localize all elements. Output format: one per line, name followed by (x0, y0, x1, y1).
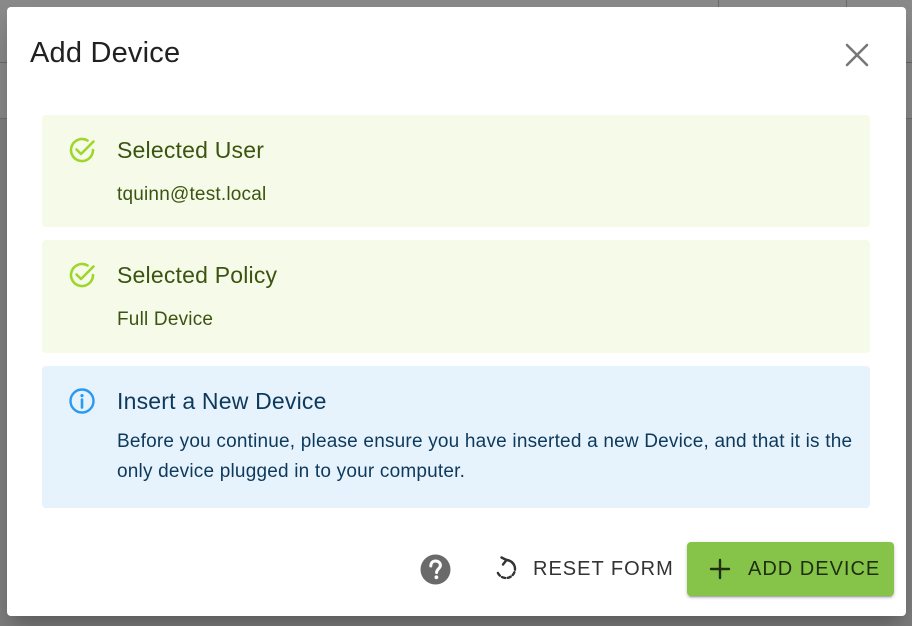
close-icon (845, 43, 869, 67)
check-circle-icon (69, 262, 95, 288)
alert-title: Selected User (117, 137, 265, 163)
alert-selected-user: Selected User tquinn@test.local (42, 115, 870, 227)
alert-insert-device: Insert a New Device Before you continue,… (42, 366, 870, 508)
reset-form-button[interactable]: RESET FORM (481, 547, 686, 591)
add-device-label: ADD DEVICE (748, 557, 881, 580)
dialog-title: Add Device (30, 37, 181, 69)
selected-user-value: tquinn@test.local (117, 184, 267, 205)
info-circle-icon (69, 388, 95, 414)
add-device-button[interactable]: ADD DEVICE (687, 542, 894, 596)
alert-message: Before you continue, please ensure you h… (117, 431, 853, 482)
restart-icon (496, 556, 517, 580)
reset-form-label: RESET FORM (533, 557, 674, 580)
alert-title: Selected Policy (117, 262, 278, 288)
help-button[interactable] (419, 553, 452, 586)
close-button[interactable] (839, 37, 875, 73)
check-circle-icon (69, 137, 95, 163)
help-circle-icon (420, 554, 451, 585)
alert-title: Insert a New Device (117, 388, 327, 414)
plus-icon (709, 558, 731, 580)
alert-selected-policy: Selected Policy Full Device (42, 240, 870, 353)
selected-policy-value: Full Device (117, 309, 214, 330)
add-device-dialog: Add Device Selected User tquinn@test.loc… (7, 7, 906, 616)
